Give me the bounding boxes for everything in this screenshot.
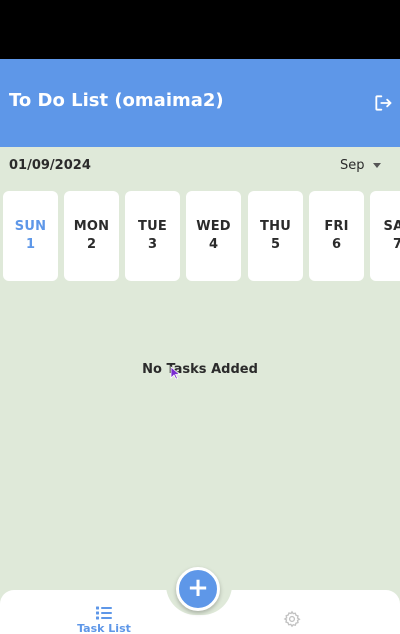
nav-tab-task-list[interactable]: Task List bbox=[74, 606, 134, 634]
nav-tab-label: Task List bbox=[77, 622, 131, 634]
page-title: To Do List (omaima2) bbox=[9, 90, 224, 111]
day-name: FRI bbox=[324, 219, 349, 234]
add-task-button[interactable]: + bbox=[176, 567, 220, 611]
day-number: 3 bbox=[147, 237, 158, 252]
day-number: 7 bbox=[392, 237, 400, 252]
day-number: 5 bbox=[270, 237, 281, 252]
day-card-mon[interactable]: MON 2 bbox=[64, 191, 119, 281]
app-header: To Do List (omaima2) bbox=[0, 59, 400, 147]
empty-state-message: No Tasks Added bbox=[142, 362, 258, 377]
day-card-sun[interactable]: SUN 1 bbox=[3, 191, 58, 281]
gear-icon[interactable] bbox=[283, 610, 301, 628]
caret-down-icon bbox=[372, 163, 381, 168]
day-name: TUE bbox=[138, 219, 167, 234]
day-name: SUN bbox=[14, 219, 47, 234]
day-card-sat[interactable]: SAT 7 bbox=[370, 191, 400, 281]
status-bar bbox=[0, 0, 400, 59]
mouse-cursor-icon bbox=[170, 366, 180, 380]
day-card-fri[interactable]: FRI 6 bbox=[309, 191, 364, 281]
day-card-tue[interactable]: TUE 3 bbox=[125, 191, 180, 281]
date-row: 01/09/2024 Sep bbox=[0, 147, 400, 187]
day-name: WED bbox=[196, 219, 231, 234]
logout-button[interactable] bbox=[372, 92, 394, 114]
day-number: 4 bbox=[208, 237, 219, 252]
day-number: 6 bbox=[331, 237, 342, 252]
day-name: THU bbox=[260, 219, 291, 234]
day-strip[interactable]: SUN 1 MON 2 TUE 3 WED 4 THU 5 FRI 6 SAT … bbox=[0, 191, 400, 283]
day-card-wed[interactable]: WED 4 bbox=[186, 191, 241, 281]
day-name: MON bbox=[73, 219, 110, 234]
day-number: 1 bbox=[25, 237, 36, 252]
logout-icon bbox=[375, 95, 392, 111]
day-name: SAT bbox=[383, 219, 400, 234]
month-dropdown-value: Sep bbox=[340, 158, 365, 173]
plus-icon: + bbox=[187, 573, 209, 603]
list-icon bbox=[96, 606, 112, 620]
month-dropdown[interactable]: Sep bbox=[340, 158, 381, 173]
day-number: 2 bbox=[86, 237, 97, 252]
day-card-thu[interactable]: THU 5 bbox=[248, 191, 303, 281]
selected-date: 01/09/2024 bbox=[9, 158, 91, 173]
